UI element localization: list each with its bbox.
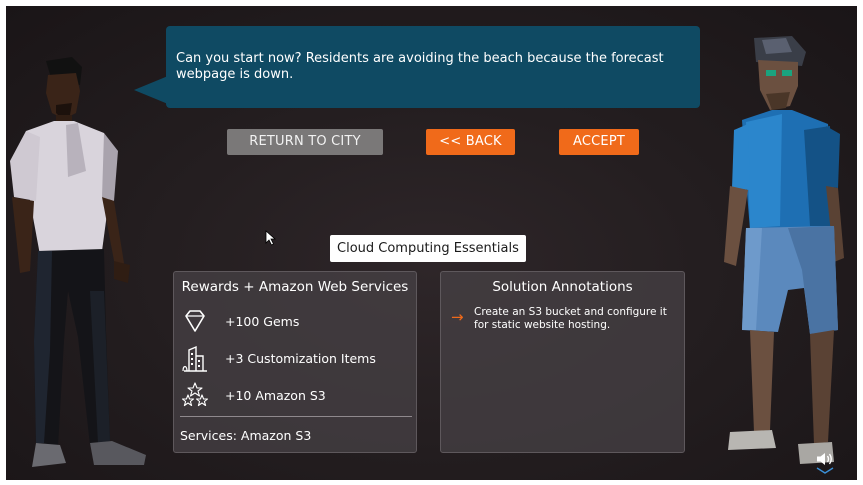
speech-bubble-tail	[134, 76, 168, 104]
solution-annotations-panel: Solution Annotations → Create an S3 buck…	[440, 271, 685, 453]
rewards-title: Rewards + Amazon Web Services	[181, 279, 409, 295]
divider	[180, 416, 412, 417]
back-button[interactable]: << BACK	[426, 129, 515, 155]
reward-label: +3 Customization Items	[225, 351, 376, 366]
reward-item: +100 Gems	[180, 307, 410, 337]
building-icon	[182, 345, 207, 372]
accept-button[interactable]: ACCEPT	[559, 129, 639, 155]
game-scene: Can you start now? Residents are avoidin…	[6, 6, 857, 480]
services-label: Services: Amazon S3	[180, 428, 312, 443]
course-name-tag: Cloud Computing Essentials	[330, 235, 526, 262]
left-character	[10, 57, 146, 467]
annotations-title: Solution Annotations	[492, 279, 633, 295]
reward-item: +10 Amazon S3	[180, 381, 410, 411]
right-character	[724, 36, 844, 464]
reward-item: +3 Customization Items	[180, 344, 410, 374]
arrow-right-icon: →	[451, 308, 464, 326]
gem-icon	[185, 310, 205, 332]
dialog-text: Can you start now? Residents are avoidin…	[176, 51, 664, 82]
mouse-cursor-icon	[265, 230, 277, 246]
annotation-text: Create an S3 bucket and configure it for…	[474, 306, 667, 331]
speaker-icon[interactable]	[816, 452, 834, 466]
return-to-city-button[interactable]: RETURN TO CITY	[227, 129, 383, 155]
reward-label: +10 Amazon S3	[225, 388, 326, 403]
chevron-down-icon[interactable]	[815, 467, 835, 475]
stars-icon	[181, 382, 209, 407]
rewards-panel: Rewards + Amazon Web Services +100 Gems …	[173, 271, 417, 453]
reward-label: +100 Gems	[225, 314, 300, 329]
